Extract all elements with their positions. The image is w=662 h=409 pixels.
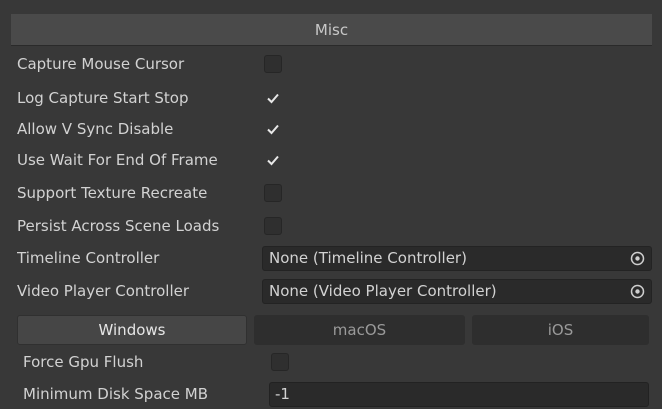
capture-mouse-cursor-checkbox[interactable] <box>264 55 282 73</box>
minimum-disk-space-input[interactable]: -1 <box>269 382 649 407</box>
capture-mouse-cursor-row: Capture Mouse Cursor <box>0 50 662 78</box>
use-wait-for-end-of-frame-checkbox[interactable] <box>264 151 282 169</box>
support-texture-recreate-label: Support Texture Recreate <box>17 184 208 202</box>
minimum-disk-space-label: Minimum Disk Space MB <box>23 385 208 403</box>
timeline-controller-row: Timeline Controller None (Timeline Contr… <box>0 244 662 272</box>
video-player-controller-row: Video Player Controller None (Video Play… <box>0 277 662 305</box>
allow-v-sync-disable-label: Allow V Sync Disable <box>17 120 174 138</box>
capture-mouse-cursor-label: Capture Mouse Cursor <box>17 55 185 73</box>
video-player-controller-label: Video Player Controller <box>17 282 190 300</box>
section-title: Misc <box>314 20 349 39</box>
log-capture-start-stop-row: Log Capture Start Stop <box>0 84 662 112</box>
tab-macos-label: macOS <box>332 321 387 339</box>
allow-v-sync-disable-row: Allow V Sync Disable <box>0 115 662 143</box>
persist-across-scene-loads-row: Persist Across Scene Loads <box>0 212 662 240</box>
support-texture-recreate-checkbox[interactable] <box>264 184 282 202</box>
tab-ios[interactable]: iOS <box>472 315 649 345</box>
object-picker-icon[interactable] <box>630 284 645 299</box>
log-capture-start-stop-label: Log Capture Start Stop <box>17 89 189 107</box>
log-capture-start-stop-checkbox[interactable] <box>264 89 282 107</box>
checkmark-icon <box>267 93 279 104</box>
timeline-controller-value: None (Timeline Controller) <box>269 249 467 267</box>
video-player-controller-value: None (Video Player Controller) <box>269 282 497 300</box>
timeline-controller-label: Timeline Controller <box>17 249 160 267</box>
force-gpu-flush-label: Force Gpu Flush <box>23 353 144 371</box>
support-texture-recreate-row: Support Texture Recreate <box>0 179 662 207</box>
timeline-controller-field[interactable]: None (Timeline Controller) <box>262 246 652 271</box>
persist-across-scene-loads-label: Persist Across Scene Loads <box>17 217 220 235</box>
use-wait-for-end-of-frame-label: Use Wait For End Of Frame <box>17 151 218 169</box>
platform-tabs: Windows macOS iOS <box>0 315 662 345</box>
checkmark-icon <box>267 155 279 166</box>
tab-windows[interactable]: Windows <box>17 315 247 345</box>
video-player-controller-field[interactable]: None (Video Player Controller) <box>262 279 652 304</box>
checkmark-icon <box>267 124 279 135</box>
use-wait-for-end-of-frame-row: Use Wait For End Of Frame <box>0 146 662 174</box>
allow-v-sync-disable-checkbox[interactable] <box>264 120 282 138</box>
tab-windows-label: Windows <box>98 321 166 339</box>
minimum-disk-space-row: Minimum Disk Space MB -1 <box>0 380 662 408</box>
persist-across-scene-loads-checkbox[interactable] <box>264 217 282 235</box>
tab-ios-label: iOS <box>547 321 574 339</box>
force-gpu-flush-checkbox[interactable] <box>271 353 289 371</box>
misc-section-header[interactable]: Misc <box>11 14 652 46</box>
tab-macos[interactable]: macOS <box>254 315 465 345</box>
force-gpu-flush-row: Force Gpu Flush <box>0 348 662 376</box>
object-picker-icon[interactable] <box>630 251 645 266</box>
